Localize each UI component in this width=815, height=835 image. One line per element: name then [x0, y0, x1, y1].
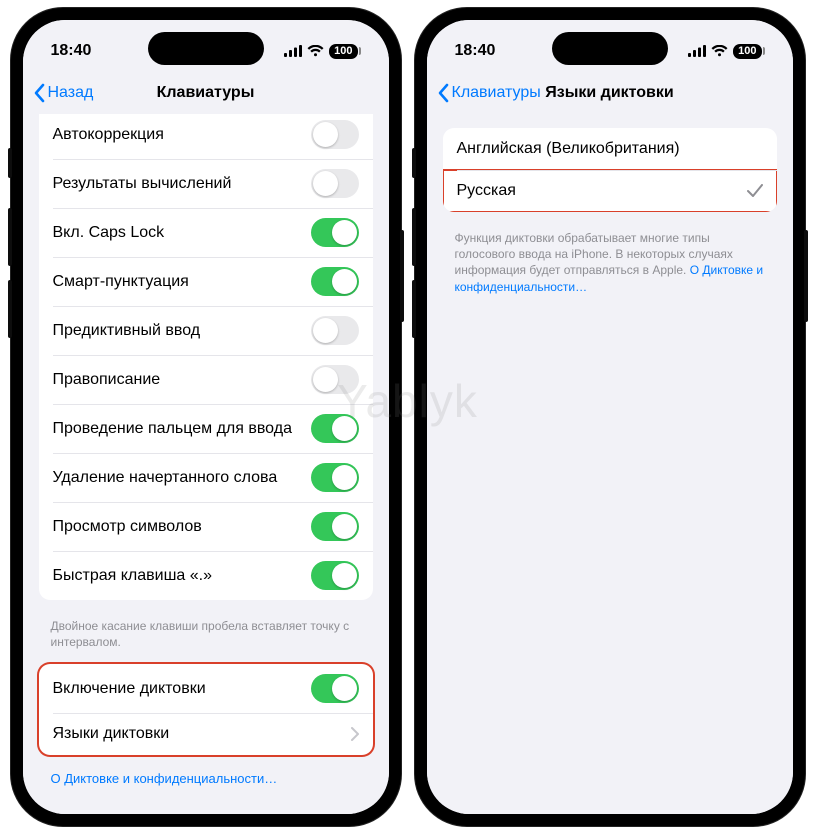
- row-label: Результаты вычислений: [53, 175, 311, 193]
- power-button: [400, 230, 404, 322]
- mute-switch: [8, 148, 12, 178]
- row-enable-dictation[interactable]: Включение диктовки: [39, 664, 373, 713]
- row-label: Удаление начертанного слова: [53, 469, 311, 487]
- toggle-switch[interactable]: [311, 316, 359, 345]
- toggle-switch[interactable]: [311, 414, 359, 443]
- settings-row[interactable]: Правописание: [39, 355, 373, 404]
- row-lang-english-uk[interactable]: Английская (Великобритания): [443, 128, 777, 170]
- content-right: Английская (Великобритания) Русская Функ…: [427, 114, 793, 814]
- settings-row[interactable]: Автокоррекция: [39, 114, 373, 159]
- row-label: Вкл. Caps Lock: [53, 224, 311, 242]
- volume-down: [8, 280, 12, 338]
- checkmark-icon: [747, 184, 763, 198]
- row-label: Русская: [457, 182, 747, 200]
- chevron-left-icon: [437, 83, 449, 103]
- toggle-switch[interactable]: [311, 463, 359, 492]
- nav-bar: Назад Клавиатуры: [23, 72, 389, 114]
- back-label: Назад: [48, 84, 94, 102]
- settings-row[interactable]: Удаление начертанного слова: [39, 453, 373, 502]
- toggle-switch[interactable]: [311, 267, 359, 296]
- settings-row[interactable]: Проведение пальцем для ввода: [39, 404, 373, 453]
- dictation-note: Функция диктовки обрабатывает многие тип…: [427, 224, 793, 309]
- row-lang-russian[interactable]: Русская: [443, 170, 777, 212]
- language-list: Английская (Великобритания) Русская: [443, 128, 777, 212]
- row-label: Языки диктовки: [53, 725, 345, 743]
- row-label: Включение диктовки: [53, 680, 311, 698]
- settings-row[interactable]: Быстрая клавиша «.»: [39, 551, 373, 600]
- toggle-switch[interactable]: [311, 169, 359, 198]
- row-dictation-languages[interactable]: Языки диктовки: [39, 713, 373, 755]
- back-button[interactable]: Назад: [33, 83, 94, 103]
- section-header-english: АНГЛИЙСКАЯ (ВЕЛИКОБРИТАНИЯ): [23, 802, 389, 814]
- dictation-privacy-link[interactable]: О Диктовке и конфиденциальности…: [23, 767, 389, 802]
- row-label: Быстрая клавиша «.»: [53, 567, 311, 585]
- row-label: Проведение пальцем для ввода: [53, 420, 311, 438]
- content-left: Автокоррекция Результаты вычислений Вкл. C…: [23, 114, 389, 814]
- toggle-switch[interactable]: [311, 365, 359, 394]
- mute-switch: [412, 148, 416, 178]
- status-time: 18:40: [455, 42, 496, 60]
- row-label: Автокоррекция: [53, 126, 311, 144]
- volume-up: [8, 208, 12, 266]
- settings-row[interactable]: Вкл. Caps Lock: [39, 208, 373, 257]
- nav-bar: Клавиатуры Языки диктовки: [427, 72, 793, 114]
- row-label: Смарт-пунктуация: [53, 273, 311, 291]
- wifi-icon: [711, 45, 728, 57]
- settings-group-dictation: Включение диктовки Языки диктовки: [39, 664, 373, 755]
- row-label: Английская (Великобритания): [457, 140, 763, 158]
- dynamic-island: [552, 32, 668, 65]
- power-button: [804, 230, 808, 322]
- row-label: Предиктивный ввод: [53, 322, 311, 340]
- toggle-switch[interactable]: [311, 512, 359, 541]
- settings-row[interactable]: Результаты вычислений: [39, 159, 373, 208]
- row-label: Правописание: [53, 371, 311, 389]
- phone-left: 18:40 100 Назад Клавиатуры Автокоррекция: [11, 8, 401, 826]
- row-label: Просмотр символов: [53, 518, 311, 536]
- wifi-icon: [307, 45, 324, 57]
- chevron-right-icon: [351, 727, 359, 741]
- back-button[interactable]: Клавиатуры: [437, 83, 541, 103]
- toggle-switch[interactable]: [311, 674, 359, 703]
- settings-row[interactable]: Смарт-пунктуация: [39, 257, 373, 306]
- dynamic-island: [148, 32, 264, 65]
- status-time: 18:40: [51, 42, 92, 60]
- volume-down: [412, 280, 416, 338]
- battery-icon: 100: [733, 44, 764, 59]
- group-footer-note: Двойное касание клавиши пробела вставляе…: [23, 612, 389, 664]
- toggle-switch[interactable]: [311, 218, 359, 247]
- settings-row[interactable]: Просмотр символов: [39, 502, 373, 551]
- battery-icon: 100: [329, 44, 360, 59]
- volume-up: [412, 208, 416, 266]
- cellular-icon: [688, 45, 706, 57]
- phone-right: 18:40 100 Клавиатуры Языки диктовки: [415, 8, 805, 826]
- toggle-switch[interactable]: [311, 561, 359, 590]
- toggle-switch[interactable]: [311, 120, 359, 149]
- cellular-icon: [284, 45, 302, 57]
- back-label: Клавиатуры: [452, 84, 541, 102]
- settings-row[interactable]: Предиктивный ввод: [39, 306, 373, 355]
- settings-group-main: Автокоррекция Результаты вычислений Вкл. C…: [39, 114, 373, 600]
- chevron-left-icon: [33, 83, 45, 103]
